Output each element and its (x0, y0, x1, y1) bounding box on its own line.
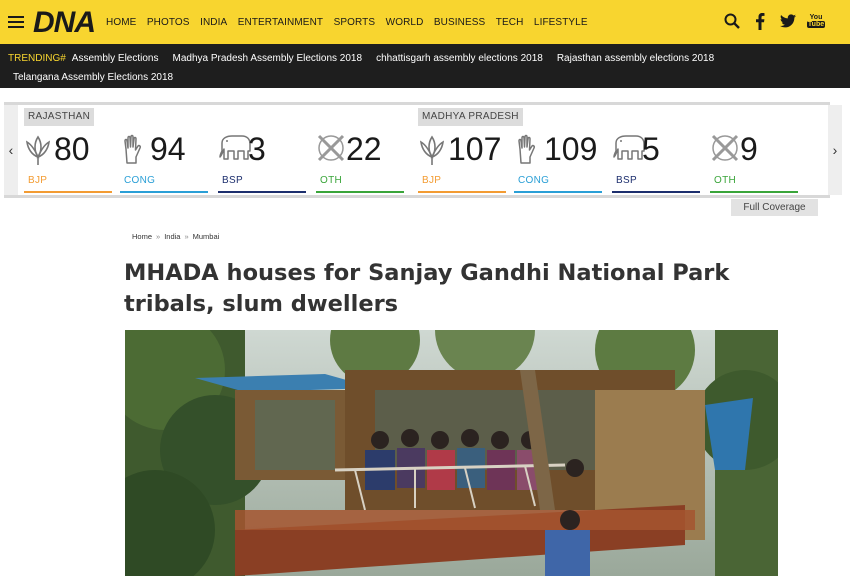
nav-sports[interactable]: SPORTS (334, 17, 376, 28)
party-result-bsp: 5 BSP (612, 131, 702, 193)
party-underline (514, 191, 602, 193)
party-underline (120, 191, 208, 193)
lotus-icon (24, 133, 52, 165)
lotus-icon (418, 133, 446, 165)
main-nav: HOME PHOTOS INDIA ENTERTAINMENT SPORTS W… (106, 0, 598, 44)
chevron-left-icon[interactable]: ‹ (4, 105, 18, 195)
breadcrumb: Home » India » Mumbai (132, 232, 223, 241)
others-icon (710, 133, 739, 165)
trending-link[interactable]: Rajasthan assembly elections 2018 (557, 53, 714, 64)
seat-count: 80 (54, 131, 90, 167)
party-underline (24, 191, 112, 193)
trending-link[interactable]: Madhya Pradesh Assembly Elections 2018 (173, 53, 363, 64)
trending-label: TRENDING# (8, 53, 66, 64)
nav-entertainment[interactable]: ENTERTAINMENT (238, 17, 323, 28)
search-icon[interactable] (724, 12, 740, 30)
party-name: BJP (422, 175, 442, 186)
trending-link[interactable]: Assembly Elections (72, 53, 159, 64)
nav-home[interactable]: HOME (106, 17, 136, 28)
state-label-rajasthan: RAJASTHAN (24, 108, 95, 126)
party-underline (612, 191, 700, 193)
seat-count: 94 (150, 131, 186, 167)
party-name: BSP (222, 175, 243, 186)
trending-row: Telangana Assembly Elections 2018 (8, 68, 842, 87)
seat-count: 107 (448, 131, 502, 167)
twitter-icon[interactable] (780, 12, 796, 30)
trending-bar: TRENDING# Assembly Elections Madhya Prad… (0, 44, 850, 88)
party-name: OTH (320, 175, 343, 186)
seat-count: 22 (346, 131, 382, 167)
trending-link[interactable]: chhattisgarh assembly elections 2018 (376, 53, 543, 64)
nav-business[interactable]: BUSINESS (434, 17, 485, 28)
party-underline (316, 191, 404, 193)
breadcrumb-separator: » (184, 232, 189, 241)
youtube-icon[interactable]: You Tube (806, 12, 826, 30)
party-underline (418, 191, 506, 193)
party-name: BJP (28, 175, 48, 186)
party-underline (710, 191, 798, 193)
full-coverage-button[interactable]: Full Coverage (731, 199, 818, 216)
breadcrumb-separator: » (156, 232, 161, 241)
facebook-icon[interactable] (752, 12, 768, 30)
nav-photos[interactable]: PHOTOS (147, 17, 190, 28)
trending-row: TRENDING# Assembly Elections Madhya Prad… (8, 49, 842, 68)
others-icon (316, 133, 345, 165)
breadcrumb-home[interactable]: Home (132, 232, 152, 241)
seat-count: 109 (544, 131, 598, 167)
seat-count: 3 (248, 131, 266, 167)
party-name: CONG (518, 175, 550, 186)
party-result-bjp: 80 BJP (24, 131, 114, 193)
nav-india[interactable]: INDIA (200, 17, 227, 28)
election-results-strip: ‹ › RAJASTHAN MADHYA PRADESH 80 BJP 94 CONG… (4, 102, 842, 198)
party-result-bjp: 107 BJP (418, 131, 508, 193)
hand-icon (514, 133, 542, 165)
party-name: OTH (714, 175, 737, 186)
site-header: DNA HOME PHOTOS INDIA ENTERTAINMENT SPOR… (0, 0, 850, 44)
elephant-icon (218, 133, 251, 165)
header-icons: You Tube (712, 12, 826, 30)
party-result-cong: 94 CONG (120, 131, 210, 193)
party-underline (218, 191, 306, 193)
trending-link[interactable]: Telangana Assembly Elections 2018 (13, 72, 173, 83)
party-name: CONG (124, 175, 156, 186)
breadcrumb-mumbai[interactable]: Mumbai (193, 232, 220, 241)
hand-icon (120, 133, 148, 165)
nav-world[interactable]: WORLD (386, 17, 424, 28)
nav-tech[interactable]: TECH (496, 17, 524, 28)
youtube-label-top: You (809, 14, 823, 21)
menu-icon[interactable] (8, 16, 24, 28)
party-result-bsp: 3 BSP (218, 131, 308, 193)
article-title: MHADA houses for Sanjay Gandhi National … (124, 260, 730, 317)
seat-count: 5 (642, 131, 660, 167)
party-result-oth: 22 OTH (316, 131, 406, 193)
breadcrumb-india[interactable]: India (164, 232, 180, 241)
party-result-cong: 109 CONG (514, 131, 604, 193)
party-result-oth: 9 OTH (710, 131, 800, 193)
article-photo (125, 330, 778, 576)
party-name: BSP (616, 175, 637, 186)
site-logo[interactable]: DNA (33, 6, 96, 40)
nav-lifestyle[interactable]: LIFESTYLE (534, 17, 588, 28)
chevron-right-icon[interactable]: › (828, 105, 842, 195)
seat-count: 9 (740, 131, 758, 167)
elephant-icon (612, 133, 645, 165)
youtube-label-bottom: Tube (806, 21, 826, 28)
state-label-madhya-pradesh: MADHYA PRADESH (418, 108, 523, 126)
